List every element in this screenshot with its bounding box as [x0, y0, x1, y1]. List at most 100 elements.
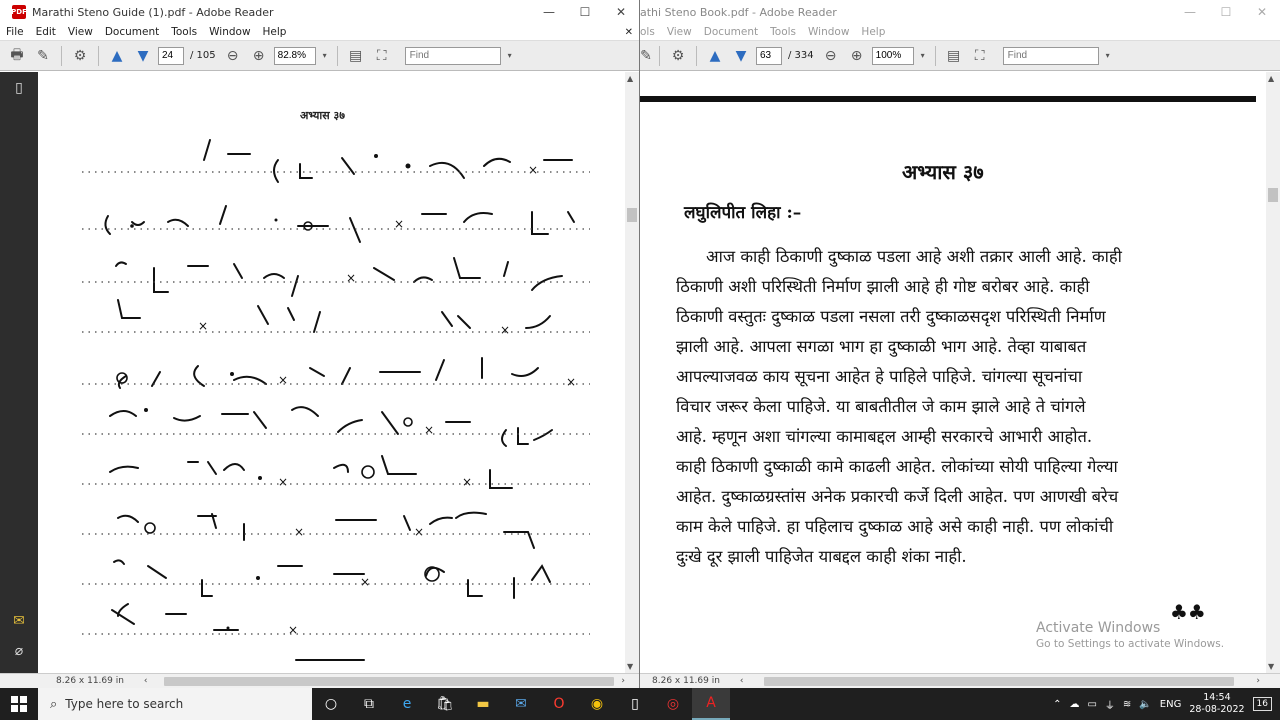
scroll-left-icon[interactable]: ‹: [144, 676, 148, 686]
page-top-rule: [640, 96, 1256, 102]
chevron-down-icon[interactable]: ▾: [918, 46, 928, 66]
next-page-icon[interactable]: ▼: [132, 46, 154, 66]
next-page-icon[interactable]: ▼: [730, 46, 752, 66]
zoom-in-icon[interactable]: ⊕: [846, 46, 868, 66]
page-number-input[interactable]: [756, 46, 782, 65]
file-explorer-icon[interactable]: ▬: [464, 688, 502, 720]
maximize-button[interactable]: ☐: [567, 5, 603, 19]
notification-icon[interactable]: 16: [1252, 697, 1272, 711]
svg-text:×: ×: [288, 623, 298, 637]
start-button[interactable]: [0, 688, 38, 720]
menu-window[interactable]: Window: [802, 26, 855, 38]
page-size-label: 8.26 x 11.69 in: [56, 676, 124, 686]
print-icon[interactable]: 🖶: [6, 46, 28, 66]
page-total: / 334: [788, 50, 814, 61]
horizontal-scrollbar[interactable]: [163, 676, 614, 686]
menu-tools[interactable]: Tools: [764, 26, 802, 38]
windows-logo-icon: [11, 696, 27, 712]
paragraph-line: आहेत. दुष्काळग्रस्तांस अनेक प्रकारची कर्…: [676, 487, 1119, 506]
chevron-up-icon[interactable]: ⌃: [1053, 699, 1061, 710]
share-icon[interactable]: ⚙: [69, 46, 91, 66]
document-page: अभ्यास ३७ लघुलिपीत लिहा :– आज काही ठिकाण…: [640, 72, 1266, 673]
menu-help[interactable]: Help: [855, 26, 891, 38]
chevron-down-icon[interactable]: ▾: [1103, 46, 1113, 66]
recorder-icon[interactable]: ◎: [654, 688, 692, 720]
edit-icon[interactable]: ✎: [32, 46, 54, 66]
left-reader-window: PDF Marathi Steno Guide (1).pdf - Adobe …: [0, 0, 640, 688]
previous-page-icon[interactable]: ▲: [106, 46, 128, 66]
svg-text:×: ×: [528, 163, 538, 177]
fit-width-icon[interactable]: ⛶: [969, 46, 991, 66]
zoom-input[interactable]: [273, 46, 316, 65]
scroll-left-icon[interactable]: ‹: [740, 676, 744, 686]
scroll-right-icon[interactable]: ›: [621, 676, 625, 686]
volume-icon[interactable]: 🔈: [1139, 699, 1151, 710]
title-bar: athi Steno Book.pdf - Adobe Reader — ☐ ✕: [640, 0, 1280, 24]
menu-edit[interactable]: Edit: [30, 26, 62, 38]
chrome-icon[interactable]: ◉: [578, 688, 616, 720]
cortana-icon[interactable]: ○: [312, 688, 350, 720]
menu-document[interactable]: Document: [99, 26, 165, 38]
menu-tools[interactable]: Tools: [165, 26, 203, 38]
zoom-in-icon[interactable]: ⊕: [248, 46, 270, 66]
store-icon[interactable]: 🛍: [426, 688, 464, 720]
menu-view[interactable]: View: [661, 26, 698, 38]
scroll-thumb[interactable]: [1268, 188, 1278, 202]
adobe-reader-icon[interactable]: A: [692, 688, 730, 720]
find-input[interactable]: [1002, 46, 1099, 65]
menu-view[interactable]: View: [62, 26, 99, 38]
taskbar-search-box[interactable]: ⌕ Type here to search: [38, 688, 312, 720]
previous-page-icon[interactable]: ▲: [704, 46, 726, 66]
right-reader-window: athi Steno Book.pdf - Adobe Reader — ☐ ✕…: [640, 0, 1280, 688]
zoom-out-icon[interactable]: ⊖: [222, 46, 244, 66]
mail-icon[interactable]: ✉: [502, 688, 540, 720]
menu-document[interactable]: Document: [698, 26, 764, 38]
document-app-icon[interactable]: ▯: [616, 688, 654, 720]
menu-help[interactable]: Help: [257, 26, 293, 38]
fit-width-icon[interactable]: ⛶: [371, 46, 393, 66]
chevron-down-icon[interactable]: ▾: [320, 46, 330, 66]
fit-page-icon[interactable]: ▤: [943, 46, 965, 66]
zoom-input[interactable]: [871, 46, 914, 65]
task-view-icon[interactable]: ⧉: [350, 688, 388, 720]
vertical-scrollbar[interactable]: ▲ ▼: [625, 72, 639, 673]
svg-text:×: ×: [278, 475, 288, 489]
attachment-icon[interactable]: ⌀: [8, 643, 30, 665]
close-button[interactable]: ✕: [603, 5, 639, 19]
close-doc-icon[interactable]: ✕: [625, 27, 639, 38]
close-button[interactable]: ✕: [1244, 5, 1280, 19]
find-input[interactable]: [404, 46, 501, 65]
battery-icon[interactable]: ▭: [1087, 699, 1096, 710]
vertical-scrollbar[interactable]: ▲ ▼: [1266, 72, 1280, 673]
scroll-thumb[interactable]: [627, 208, 637, 222]
menu-tools-partial[interactable]: ols: [640, 26, 661, 38]
language-indicator[interactable]: ENG: [1160, 699, 1182, 710]
horizontal-scrollbar[interactable]: [763, 676, 1234, 686]
menu-bar: ols View Document Tools Window Help: [640, 24, 1280, 41]
share-icon[interactable]: ⚙: [667, 46, 689, 66]
usb-icon[interactable]: ⏚: [1105, 697, 1115, 712]
page-number-input[interactable]: [158, 46, 184, 65]
chevron-down-icon[interactable]: ▾: [505, 46, 515, 66]
maximize-button[interactable]: ☐: [1208, 5, 1244, 19]
shorthand-strokes: × × × × × × × × × × × × × ×: [82, 139, 590, 661]
opera-icon[interactable]: O: [540, 688, 578, 720]
minimize-button[interactable]: —: [1172, 5, 1208, 19]
window-title: Marathi Steno Guide (1).pdf - Adobe Read…: [32, 5, 274, 19]
wifi-icon[interactable]: ≋: [1123, 699, 1131, 710]
system-tray: ⌃ ☁ ▭ ⏚ ≋ 🔈 ENG 14:54 28-08-2022 16: [1053, 692, 1280, 716]
fit-page-icon[interactable]: ▤: [345, 46, 367, 66]
edge-icon[interactable]: e: [388, 688, 426, 720]
menu-file[interactable]: File: [0, 26, 30, 38]
zoom-out-icon[interactable]: ⊖: [820, 46, 842, 66]
comments-icon[interactable]: ✉: [8, 613, 30, 635]
cloud-icon[interactable]: ☁: [1069, 699, 1079, 710]
scroll-right-icon[interactable]: ›: [1256, 676, 1260, 686]
menu-window[interactable]: Window: [203, 26, 256, 38]
watermark-title: Activate Windows: [1036, 620, 1161, 636]
edit-icon[interactable]: ✎: [640, 46, 652, 66]
clock[interactable]: 14:54 28-08-2022: [1189, 692, 1244, 716]
minimize-button[interactable]: —: [531, 5, 567, 19]
toolbar: ✎ ⚙ ▲ ▼ / 334 ⊖ ⊕ ▾ ▤ ⛶ ▾: [640, 41, 1280, 71]
pages-icon[interactable]: ▯: [8, 80, 30, 102]
